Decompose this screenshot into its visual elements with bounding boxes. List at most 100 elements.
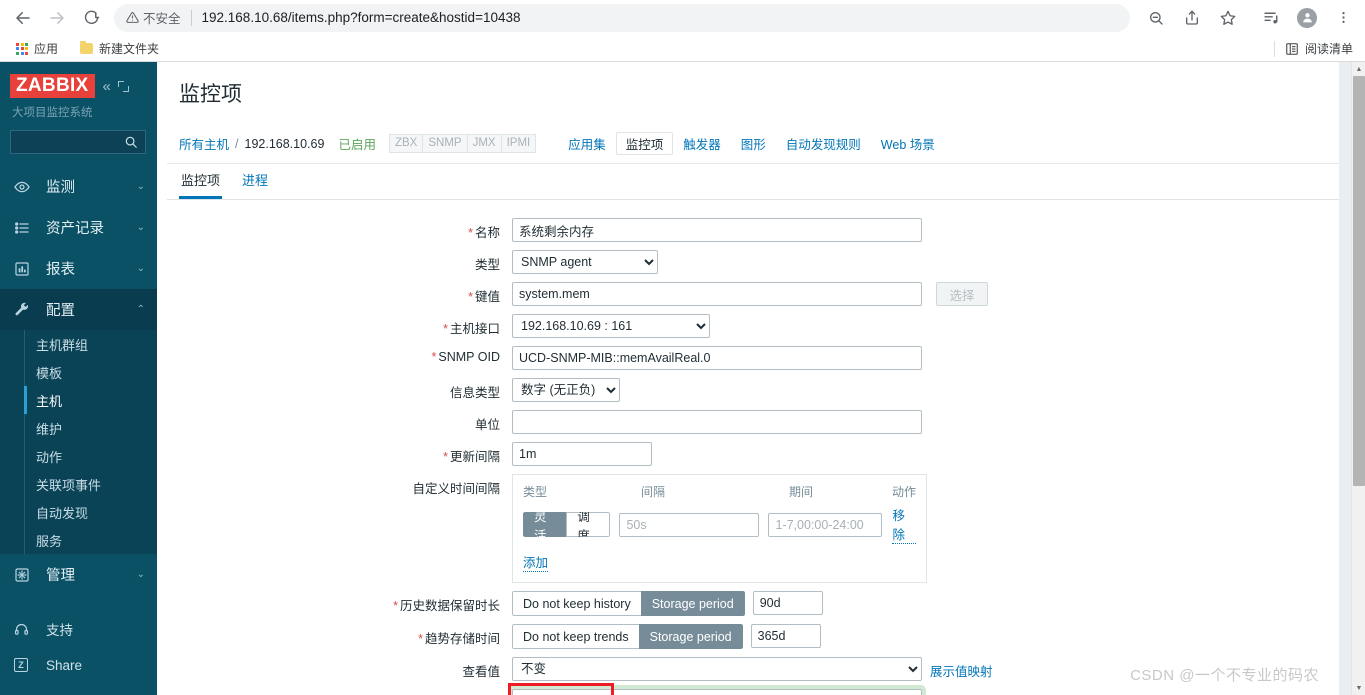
- tab-applications[interactable]: 应用集: [558, 132, 616, 155]
- chevron-double-left-icon[interactable]: «: [103, 79, 111, 94]
- reload-icon[interactable]: [74, 1, 108, 35]
- value-type-select[interactable]: 数字 (无正负): [512, 378, 620, 402]
- tab-preprocessing[interactable]: 进程: [240, 164, 270, 199]
- page-right-gutter: [1339, 62, 1351, 695]
- interval-value-input[interactable]: [619, 512, 760, 537]
- security-warning[interactable]: 不安全: [126, 8, 181, 27]
- sidebar-menu: 监测 ⌄ 资产记录 ⌄ 报表 ⌄ 配置 ⌃ 主机群组 模板 主机 维护 动作 关…: [0, 166, 157, 595]
- remove-interval-link[interactable]: 移除: [892, 505, 916, 544]
- reading-list-icon[interactable]: [1285, 42, 1299, 56]
- required-marker: *: [443, 450, 448, 464]
- omnibox-divider: [190, 9, 192, 26]
- label-show-value: 查看值: [462, 665, 500, 679]
- show-value-mappings-link[interactable]: 展示值映射: [930, 657, 993, 680]
- field-new-application: [508, 683, 922, 695]
- sidebar-item-hosts[interactable]: 主机: [0, 386, 157, 414]
- name-input[interactable]: [512, 218, 922, 242]
- sidebar-item-hosts-label: 主机: [36, 393, 63, 409]
- sidebar-item-support[interactable]: 支持: [0, 611, 157, 647]
- tab-discovery-rules[interactable]: 自动发现规则: [776, 132, 871, 155]
- sidebar-item-services[interactable]: 服务: [0, 526, 157, 554]
- snmp-oid-input[interactable]: [512, 346, 922, 370]
- item-form: *名称 类型 SNMP agent *键值 选择 *主机接口: [157, 200, 1351, 695]
- address-bar[interactable]: 不安全 192.168.10.68/items.php?form=create&…: [114, 3, 1130, 32]
- expand-window-icon[interactable]: [117, 80, 129, 92]
- browser-chrome: 不安全 192.168.10.68/items.php?form=create&…: [0, 0, 1365, 62]
- sidebar-item-host-groups[interactable]: 主机群组: [0, 330, 157, 358]
- select-key-button[interactable]: 选择: [936, 282, 988, 306]
- history-storage-period[interactable]: Storage period: [640, 591, 745, 616]
- sidebar-item-configuration[interactable]: 配置 ⌃: [0, 289, 157, 330]
- label-snmp-oid: * SNMP OID: [157, 346, 512, 364]
- sidebar-item-monitoring[interactable]: 监测 ⌄: [0, 166, 157, 207]
- scroll-up-arrow-icon[interactable]: ▲: [1352, 62, 1365, 76]
- search-input[interactable]: [10, 130, 146, 154]
- tab-items[interactable]: 监控项: [615, 132, 674, 155]
- sidebar-item-actions[interactable]: 动作: [0, 442, 157, 470]
- scroll-down-arrow-icon[interactable]: ▼: [1352, 681, 1365, 695]
- interval-type-scheduling[interactable]: 调度: [566, 512, 611, 537]
- media-list-icon[interactable]: [1256, 3, 1286, 33]
- update-interval-input[interactable]: [512, 442, 652, 466]
- sidebar-item-reports[interactable]: 报表 ⌄: [0, 248, 157, 289]
- type-select[interactable]: SNMP agent: [512, 250, 658, 274]
- reading-list-label[interactable]: 阅读清单: [1305, 40, 1353, 57]
- field-show-value: 不变 展示值映射: [512, 657, 993, 681]
- sidebar-item-event-correlation[interactable]: 关联项事件: [0, 470, 157, 498]
- bookmark-new-folder[interactable]: 新建文件夹: [72, 37, 167, 60]
- host-interface-select[interactable]: 192.168.10.69 : 161: [512, 314, 710, 338]
- sidebar-item-templates[interactable]: 模板: [0, 358, 157, 386]
- sidebar-item-inventory[interactable]: 资产记录 ⌄: [0, 207, 157, 248]
- required-marker: *: [443, 322, 448, 336]
- zabbix-logo[interactable]: ZABBIX: [10, 74, 95, 98]
- page-scrollbar-thumb[interactable]: [1353, 76, 1365, 486]
- units-input[interactable]: [512, 410, 922, 434]
- star-icon[interactable]: [1213, 3, 1243, 33]
- share-icon[interactable]: [1177, 3, 1207, 33]
- bookmarks-bar: 应用 新建文件夹 阅读清单: [0, 35, 1365, 62]
- key-input[interactable]: [512, 282, 922, 306]
- forward-arrow-icon[interactable]: [40, 1, 74, 35]
- tab-graphs[interactable]: 图形: [731, 132, 776, 155]
- main-content: 监控项 所有主机 / 192.168.10.69 已启用 ZBX SNMP JM…: [157, 62, 1351, 695]
- trends-do-not-keep[interactable]: Do not keep trends: [512, 624, 640, 649]
- bookmark-new-folder-label: 新建文件夹: [99, 42, 160, 56]
- sidebar-item-administration-label: 管理: [46, 568, 75, 584]
- form-row-new-application: 新的应用集: [157, 683, 1351, 695]
- breadcrumb-all-hosts[interactable]: 所有主机: [179, 134, 229, 153]
- page-scrollbar[interactable]: ▲ ▼: [1351, 62, 1365, 695]
- trends-storage-period[interactable]: Storage period: [638, 624, 743, 649]
- zoom-out-icon[interactable]: [1141, 3, 1171, 33]
- sidebar-item-host-groups-label: 主机群组: [36, 337, 89, 353]
- interval-type-flexible[interactable]: 灵活: [523, 512, 568, 537]
- history-period-input[interactable]: [752, 591, 823, 615]
- trends-period-input[interactable]: [750, 624, 821, 648]
- sidebar-item-maintenance[interactable]: 维护: [0, 414, 157, 442]
- chevron-up-icon: ⌃: [136, 304, 145, 315]
- tab-item[interactable]: 监控项: [179, 164, 223, 199]
- sidebar-controls: «: [103, 79, 129, 94]
- sidebar-item-share[interactable]: Z Share: [0, 647, 157, 683]
- breadcrumb-host[interactable]: 192.168.10.69: [245, 137, 325, 151]
- breadcrumb-separator: /: [235, 136, 239, 151]
- profile-icon[interactable]: [1292, 3, 1322, 33]
- bookmark-apps[interactable]: 应用: [8, 37, 66, 60]
- new-application-wrap: [508, 683, 922, 695]
- menu-kebab-icon[interactable]: [1328, 3, 1358, 33]
- tab-web-scenarios[interactable]: Web 场景: [871, 132, 945, 155]
- sidebar-item-discovery[interactable]: 自动发现: [0, 498, 157, 526]
- sidebar-item-help[interactable]: ? 帮助: [0, 683, 157, 695]
- chevron-down-icon: ⌄: [136, 263, 145, 274]
- badge-jmx: JMX: [466, 134, 502, 153]
- tab-triggers[interactable]: 触发器: [673, 132, 731, 155]
- interval-period-input[interactable]: [768, 512, 883, 537]
- show-value-select[interactable]: 不变: [512, 657, 922, 681]
- form-row-value-type: 信息类型 数字 (无正负): [157, 378, 1351, 402]
- bookmarks-right: 阅读清单: [1273, 40, 1365, 57]
- new-application-input[interactable]: [512, 689, 922, 695]
- watermark: CSDN @一个不专业的码农: [1130, 667, 1319, 684]
- sidebar-item-administration[interactable]: 管理 ⌄: [0, 554, 157, 595]
- history-do-not-keep[interactable]: Do not keep history: [512, 591, 642, 616]
- back-arrow-icon[interactable]: [6, 1, 40, 35]
- add-interval-link[interactable]: 添加: [523, 552, 549, 572]
